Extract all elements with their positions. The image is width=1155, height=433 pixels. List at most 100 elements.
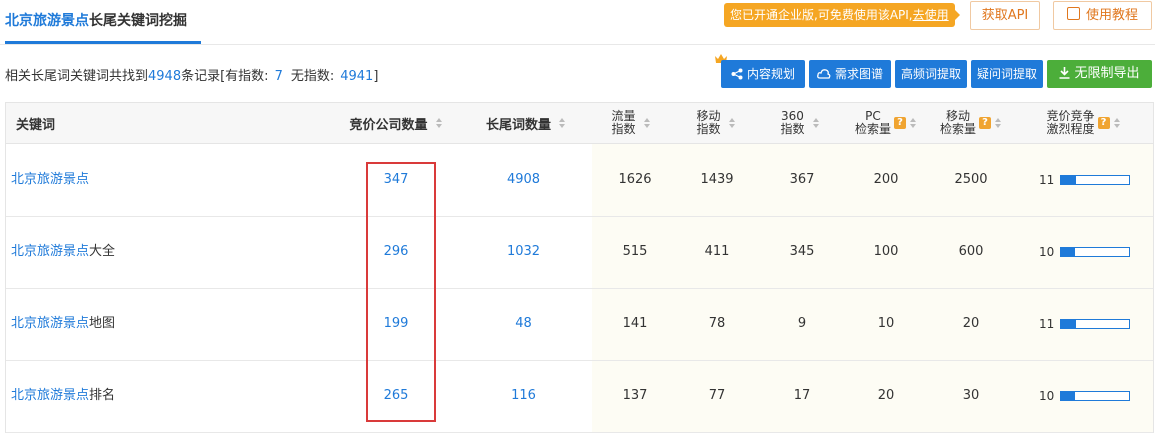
- tab-keyword: 北京旅游景点: [5, 13, 89, 29]
- help-icon[interactable]: ?: [979, 117, 991, 129]
- index-360: 17: [793, 388, 811, 403]
- mobile-index: 411: [704, 244, 730, 259]
- tab-active-underline: [5, 41, 201, 44]
- col-360-index[interactable]: 360 指数: [770, 103, 830, 143]
- mobile-search-volume: 30: [962, 388, 980, 403]
- sort-icon: [995, 118, 1002, 128]
- col-mobile-l2: 指数: [696, 122, 721, 136]
- traffic-index: 515: [622, 244, 648, 259]
- col-competition[interactable]: 竞价竞争 激烈程度?: [1036, 103, 1131, 143]
- export-button[interactable]: 无限制导出: [1047, 60, 1152, 88]
- col-keyword: 关键词: [16, 117, 56, 133]
- competition-bar-fill: [1061, 176, 1077, 184]
- enterprise-notice: 您已开通企业版,可免费使用该API,去使用: [724, 3, 960, 27]
- competition-bar-fill: [1061, 320, 1077, 328]
- help-icon[interactable]: ?: [1097, 117, 1110, 129]
- result-summary: 相关长尾词关键词共找到4948条记录[有指数: 7 无指数: 4941]: [5, 65, 378, 84]
- tutorial-icon: [1066, 7, 1080, 20]
- notice-arrow: [954, 10, 960, 20]
- mobile-index: 77: [708, 388, 726, 403]
- export-label: 无限制导出: [1074, 66, 1140, 81]
- summary-mid2: 无指数:: [290, 69, 335, 84]
- sort-icon: [559, 118, 566, 128]
- tab-label: 长尾关键词挖掘: [89, 13, 187, 29]
- competition-bar: [1060, 391, 1131, 401]
- get-api-button[interactable]: 获取API: [970, 1, 1040, 30]
- keyword-highlight: 北京旅游景点: [11, 388, 90, 403]
- competition-bar-fill: [1061, 248, 1075, 256]
- col-traffic[interactable]: 流量 指数: [601, 103, 661, 143]
- notice-use-link[interactable]: 去使用: [913, 8, 949, 22]
- col-traffic-l2: 指数: [611, 122, 636, 136]
- sort-icon: [435, 118, 443, 128]
- summary-without-index: 4941: [340, 69, 374, 84]
- cloud-icon: [817, 69, 831, 79]
- demand-map-button[interactable]: 需求图谱: [809, 60, 891, 88]
- help-icon[interactable]: ?: [894, 117, 906, 129]
- col-companies-label: 竞价公司数量: [349, 117, 428, 133]
- longtail-count[interactable]: 1032: [476, 216, 571, 288]
- demand-map-label: 需求图谱: [834, 67, 883, 81]
- col-pc-search[interactable]: PC 检索量?: [846, 103, 926, 143]
- col-companies[interactable]: 竞价公司数量: [336, 103, 456, 143]
- longtail-count[interactable]: 116: [476, 360, 571, 432]
- keyword-highlight: 北京旅游景点: [11, 244, 90, 259]
- sort-icon: [643, 118, 651, 128]
- col-pc-l2: 检索量: [854, 122, 891, 136]
- col-comp-l2: 激烈程度: [1046, 122, 1095, 136]
- keyword-link[interactable]: 北京旅游景点排名: [11, 360, 115, 432]
- tutorial-label: 使用教程: [1085, 8, 1138, 23]
- tutorial-button[interactable]: 使用教程: [1053, 1, 1152, 30]
- sort-icon: [812, 118, 820, 128]
- keyword-suffix: 排名: [89, 388, 116, 403]
- pc-search-volume: 10: [877, 316, 895, 331]
- competition-value: 11: [1039, 317, 1055, 331]
- table-row: 北京旅游景点大全 296 1032 515 411 345 100 600 10: [6, 216, 1153, 289]
- download-icon: [1059, 67, 1070, 79]
- col-mobile-index[interactable]: 移动 指数: [686, 103, 746, 143]
- col-msearch-l2: 检索量: [939, 122, 976, 136]
- content-plan-label: 内容规划: [746, 67, 795, 81]
- competition-value: 10: [1039, 245, 1055, 259]
- tab-longtail-mining[interactable]: 北京旅游景点长尾关键词挖掘: [5, 10, 187, 30]
- sort-icon: [910, 118, 917, 128]
- mobile-search-volume: 2500: [954, 172, 988, 187]
- longtail-count[interactable]: 48: [476, 288, 571, 360]
- keyword-suffix: 地图: [89, 316, 116, 331]
- keyword-link[interactable]: 北京旅游景点地图: [11, 288, 115, 360]
- competition-cell: 11: [1039, 144, 1131, 216]
- summary-with-index: 7: [274, 69, 283, 84]
- col-longtail[interactable]: 长尾词数量: [471, 103, 581, 143]
- notice-text: 您已开通企业版,可免费使用该API,: [730, 8, 913, 22]
- competition-cell: 10: [1039, 216, 1131, 288]
- content-plan-button[interactable]: 内容规划: [721, 60, 805, 88]
- summary-mid1: 条记录[有指数:: [181, 69, 269, 84]
- competition-value: 10: [1039, 389, 1055, 403]
- summary-suffix: ]: [373, 69, 379, 84]
- keyword-link[interactable]: 北京旅游景点: [11, 144, 89, 216]
- high-freq-button[interactable]: 高频词提取: [895, 60, 967, 88]
- table-row: 北京旅游景点 347 4908 1626 1439 367 200 2500 11: [6, 144, 1153, 217]
- keyword-suffix: 大全: [89, 244, 116, 259]
- col-mobile-search[interactable]: 移动 检索量?: [931, 103, 1011, 143]
- competition-value: 11: [1039, 173, 1055, 187]
- traffic-index: 1626: [618, 172, 652, 187]
- index-360: 345: [789, 244, 815, 259]
- sort-icon: [728, 118, 736, 128]
- keyword-table: 关键词 竞价公司数量 长尾词数量 流量 指数 移动 指数 360 指数 PC 检索量? …: [5, 102, 1154, 433]
- mobile-index: 78: [708, 316, 726, 331]
- table-header: 关键词 竞价公司数量 长尾词数量 流量 指数 移动 指数 360 指数 PC 检索量? …: [6, 103, 1153, 144]
- mobile-search-volume: 600: [958, 244, 984, 259]
- longtail-count[interactable]: 4908: [476, 144, 571, 216]
- competition-bar: [1060, 175, 1131, 185]
- highlight-box: [366, 162, 436, 422]
- keyword-highlight: 北京旅游景点: [11, 172, 90, 187]
- competition-bar-fill: [1061, 392, 1075, 400]
- summary-prefix: 相关长尾词关键词共找到: [5, 69, 149, 84]
- pc-search-volume: 20: [877, 388, 895, 403]
- table-row: 北京旅游景点排名 265 116 137 77 17 20 30 10: [6, 360, 1153, 433]
- keyword-link[interactable]: 北京旅游景点大全: [11, 216, 115, 288]
- col-longtail-label: 长尾词数量: [485, 117, 551, 133]
- question-words-button[interactable]: 疑问词提取: [971, 60, 1043, 88]
- pc-search-volume: 200: [873, 172, 899, 187]
